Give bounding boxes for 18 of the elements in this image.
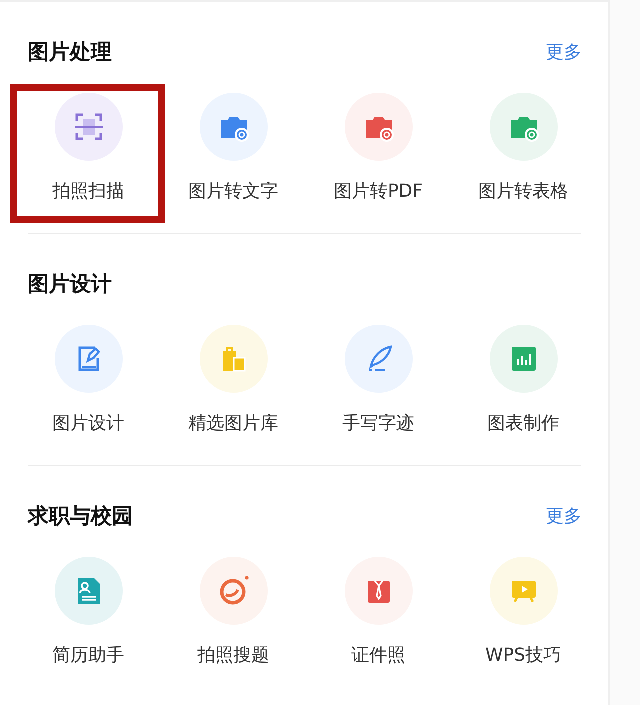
tool-label[interactable]: 简历助手 xyxy=(52,643,124,669)
tool-label[interactable]: 图片转PDF xyxy=(334,179,424,205)
scan-icon xyxy=(72,111,104,143)
tool-label[interactable]: 证件照 xyxy=(352,643,406,669)
tool-label[interactable]: 手写字迹 xyxy=(342,411,414,437)
tool-label[interactable]: 图片转表格 xyxy=(478,179,568,205)
more-link[interactable]: 更多 xyxy=(546,40,582,64)
section-title: 求职与校园 xyxy=(28,503,133,530)
tool-label[interactable]: 拍照搜题 xyxy=(198,643,270,669)
tool-label[interactable]: 图片转文字 xyxy=(188,179,278,205)
section-title: 图片处理 xyxy=(28,39,112,66)
tool-label[interactable]: 精选图片库 xyxy=(188,411,278,437)
tool-label[interactable]: 拍照扫描 xyxy=(52,179,124,205)
tool-label[interactable]: 图表制作 xyxy=(488,411,560,437)
section-title: 图片设计 xyxy=(28,271,112,298)
tool-label[interactable]: WPS技巧 xyxy=(485,643,562,669)
tool-label[interactable]: 图片设计 xyxy=(52,411,124,437)
more-link[interactable]: 更多 xyxy=(546,504,582,528)
